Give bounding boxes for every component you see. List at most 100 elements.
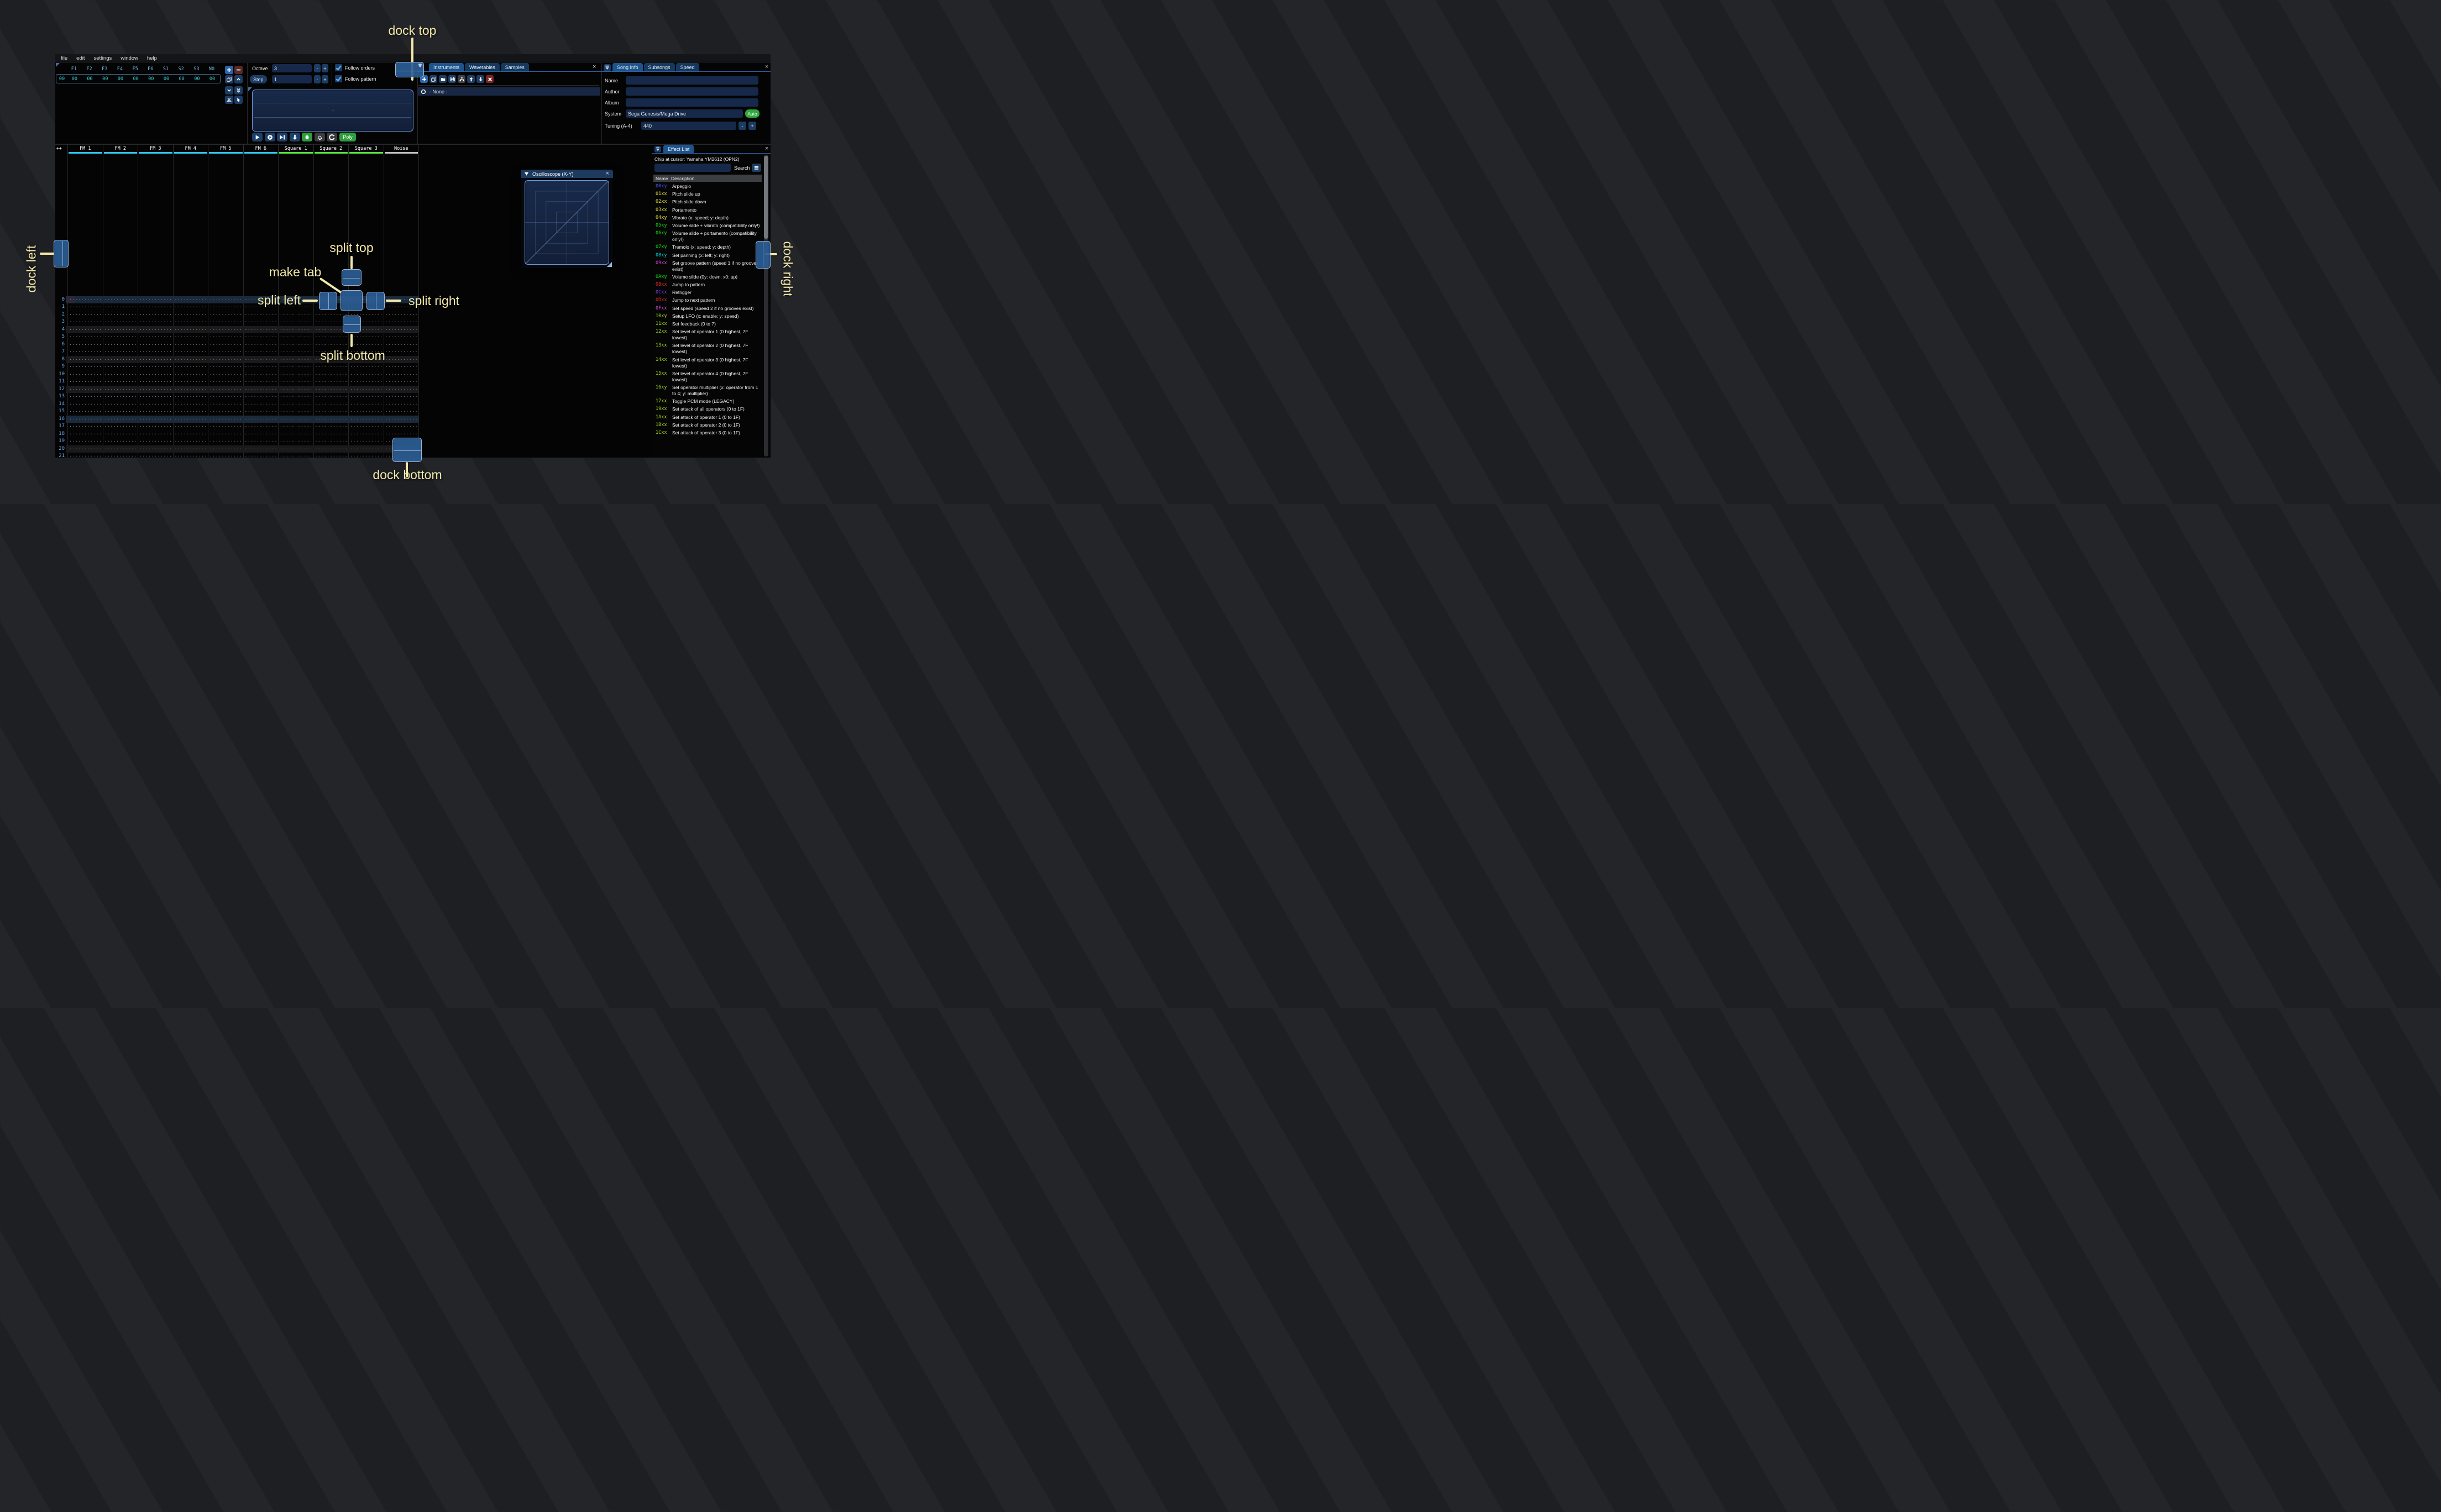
pattern-cell[interactable]: ············ [243,378,279,386]
pattern-cell[interactable]: ············ [138,363,173,371]
pattern-cell[interactable]: ············ [384,416,419,423]
pattern-cell[interactable]: ············ [173,303,208,311]
pattern-cell[interactable]: ············ [208,311,243,319]
pattern-cell[interactable]: ············ [67,438,103,445]
system-field[interactable] [626,109,743,118]
pattern-cell[interactable]: ············ [313,378,349,386]
pattern-cell[interactable]: ············ [67,311,103,319]
pattern-cell[interactable]: ············ [384,341,419,349]
pattern-cell[interactable]: ············ [278,445,313,453]
pattern-cell[interactable]: ············ [384,386,419,393]
pattern-cell[interactable]: ············ [138,423,173,431]
pattern-cell[interactable]: ············ [208,453,243,458]
orders-column-F1[interactable]: F1 [66,66,82,72]
pattern-cell[interactable]: ············ [173,445,208,453]
save-instrument-button[interactable] [448,75,456,83]
orders-column-S2[interactable]: S2 [174,66,189,72]
pattern-cell[interactable]: ············ [67,318,103,326]
pattern-cell[interactable]: ············ [243,438,279,445]
pattern-cell[interactable]: ············ [173,326,208,334]
orders-row[interactable]: 00 00 00 00 00 00 00 00 00 00 00 [56,74,221,83]
orders-column-S3[interactable]: S3 [189,66,205,72]
pattern-cell[interactable]: ············ [278,333,313,341]
pattern-cell[interactable]: ············ [278,453,313,458]
pattern-cell[interactable]: ············ [173,371,208,379]
open-instrument-button[interactable] [439,75,447,83]
pattern-row[interactable]: 16 ············ ············ ············ ··… [55,415,419,423]
pattern-cell[interactable]: ············ [103,453,138,458]
pattern-cell[interactable]: ············ [138,445,173,453]
move-order-up-button[interactable] [234,75,243,83]
pattern-cell[interactable]: ············ [67,378,103,386]
resize-grip[interactable] [607,262,612,267]
orders-column-F3[interactable]: F3 [97,66,112,72]
pattern-cell[interactable]: ············ [173,333,208,341]
pattern-cell[interactable]: ············ [173,408,208,416]
collapse-panel-icon[interactable] [654,146,661,153]
pattern-cell[interactable]: ············ [173,431,208,438]
pattern-cell[interactable]: ············ [173,348,208,356]
pattern-cell[interactable]: ············ [348,408,384,416]
search-input[interactable] [654,164,731,172]
duplicate-instrument-button[interactable] [429,75,437,83]
pattern-cell[interactable]: ············ [384,393,419,401]
pattern-row[interactable]: 18 ············ ············ ············ ··… [55,431,418,438]
make-tab-target[interactable] [341,290,363,311]
pattern-cell[interactable]: ············ [348,423,384,431]
pattern-cell[interactable]: ············ [384,363,419,371]
order-cell-F3[interactable]: 00 [97,76,113,82]
pattern-cell[interactable]: ············ [67,326,103,334]
pattern-cell[interactable]: ············ [243,386,279,393]
pattern-row[interactable]: 19 ············ ············ ············ ··… [55,438,418,445]
menu-item-window[interactable]: window [121,55,138,61]
pattern-cell[interactable]: ············ [67,363,103,371]
pattern-cell[interactable]: ············ [313,333,349,341]
pattern-cell[interactable]: ············ [67,348,103,356]
pattern-cell[interactable]: ············ [384,318,419,326]
pattern-cell[interactable]: ············ [278,356,313,364]
pattern-cell[interactable]: ············ [103,318,138,326]
pattern-cell[interactable]: ············ [348,386,384,393]
pattern-cell[interactable]: ············ [138,378,173,386]
play-from-cursor-button[interactable] [264,133,275,141]
pattern-cell[interactable]: ············ [243,445,279,453]
repeat-pattern-button[interactable] [327,133,337,141]
pattern-cell[interactable]: ············ [208,363,243,371]
pattern-editor[interactable]: 0 ············ ············ ············ ···… [55,154,418,458]
pattern-cell[interactable]: ············ [208,296,243,304]
pattern-cell[interactable]: ············ [243,333,279,341]
pattern-cell[interactable]: ············ [384,408,419,416]
pattern-row[interactable]: 9 ············ ············ ············ ···… [55,363,418,371]
pattern-cell[interactable]: ············ [313,453,349,458]
deep-clone-order-button[interactable] [225,96,233,104]
duplicate-order-button[interactable] [225,75,233,83]
pattern-row[interactable]: 4 ············ ············ ············ ···… [55,326,418,334]
pattern-cell[interactable]: ············ [208,445,243,453]
pattern-cell[interactable]: ············ [278,431,313,438]
octave-minus-button[interactable]: - [314,64,321,72]
play-one-row-button[interactable] [277,133,287,141]
pattern-cell[interactable]: ············ [278,371,313,379]
pattern-cell[interactable]: ············ [243,348,279,356]
pattern-cell[interactable]: ············ [138,401,173,408]
pattern-cell[interactable]: ············ [208,303,243,311]
pattern-cell[interactable]: ············ [67,401,103,408]
pattern-cell[interactable]: ············ [103,371,138,379]
pattern-cell[interactable]: ············ [243,311,279,319]
tuning-minus-button[interactable]: - [738,122,746,130]
pattern-cell[interactable]: ············ [103,303,138,311]
pattern-cell[interactable]: ············ [103,348,138,356]
pattern-cell[interactable]: ············ [103,356,138,364]
pattern-cell[interactable]: ············ [243,363,279,371]
pattern-cell[interactable]: ············ [384,333,419,341]
pattern-cell[interactable]: ············ [138,326,173,334]
step-input[interactable] [272,75,312,83]
pattern-cell[interactable]: ············ [208,386,243,393]
pattern-cell[interactable]: ············ [313,401,349,408]
pattern-cell[interactable]: ············ [208,408,243,416]
pattern-cell[interactable]: ············ [138,371,173,379]
octave-plus-button[interactable]: + [322,64,328,72]
pattern-cell[interactable]: ············ [384,401,419,408]
channel-header-square-1[interactable]: Square 1 [278,145,313,154]
pattern-row[interactable]: 12 ············ ············ ············ ··… [55,385,419,393]
